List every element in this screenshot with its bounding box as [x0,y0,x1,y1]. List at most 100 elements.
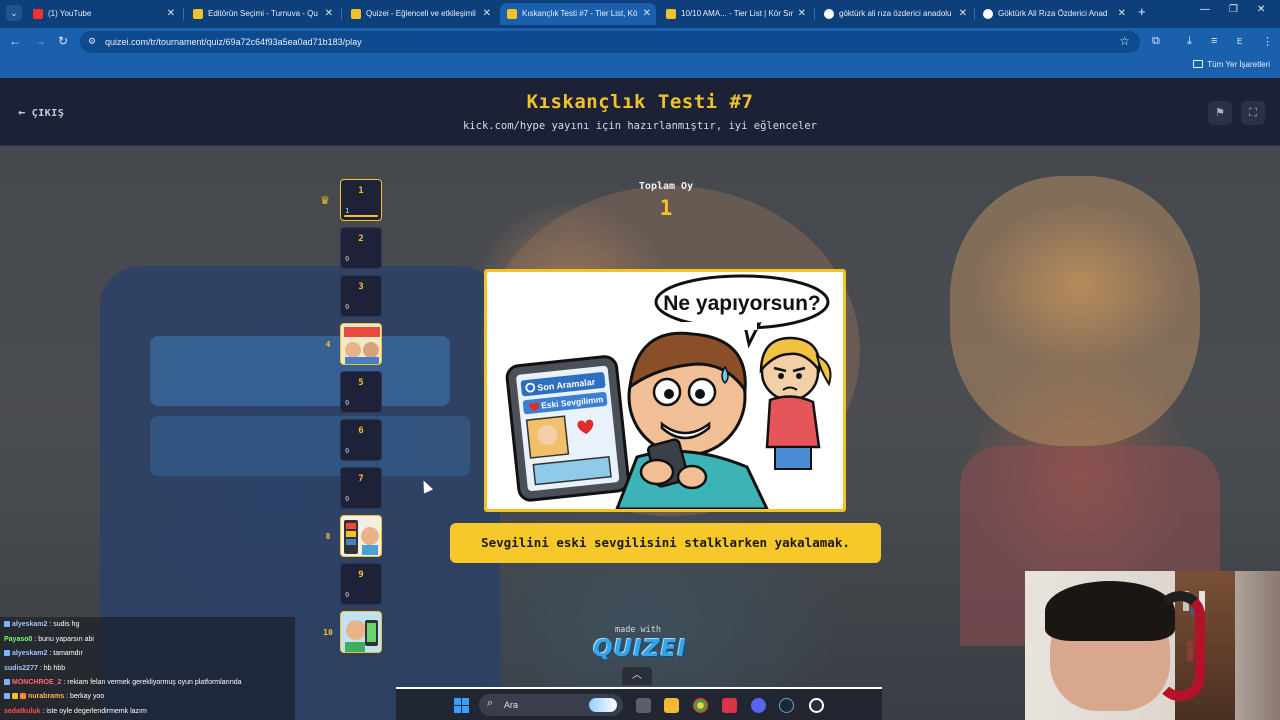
rank-number: 10 [323,628,333,637]
tab-close-icon[interactable]: ✕ [643,3,651,25]
address-bar[interactable]: ⚙ quizei.com/tr/tournament/quiz/69a72c64… [80,31,1140,53]
google-icon [824,9,834,19]
chat-message: alyeskam2 : tamamdır [4,650,83,657]
rank-slot-1[interactable]: 1 1 [340,179,382,221]
question-illustration: Ne yapıyorsun? Son Aramalar Eski Sevgili… [487,272,843,509]
rank-slot-8-thumbnail[interactable] [340,515,382,557]
folder-icon [1193,60,1204,68]
search-icon: ⌕ [487,697,494,709]
tab-close-icon[interactable]: ✕ [1118,3,1126,25]
file-explorer-icon[interactable] [664,698,679,713]
chat-message: sedatkuluk : iste oyle degerlendirmemk l… [4,708,147,715]
rank-slot-9[interactable]: 9 0 [340,563,382,605]
chat-message: MONCHROE_2 : rekiam felan vermek gerekli… [4,679,242,686]
chat-message: Payaso0 : bunu yaparsın abi [4,636,94,643]
reload-icon[interactable]: ↻ [58,34,68,48]
vote-bar [344,215,378,217]
youtube-icon [33,9,43,19]
windows-taskbar: ︿ ⌕ Ara [396,667,882,720]
taskbar-search[interactable]: ⌕ Ara [479,694,623,716]
crown-icon: ♛ [320,195,330,207]
browser-tab[interactable]: Göktürk Ali Rıza Özderici Anad ✕ [976,3,1131,25]
rank-slot-3[interactable]: 3 0 [340,275,382,317]
rank-number: 4 [325,340,331,349]
browser-tab-bar: ⌄ (1) YouTube ✕ Editörün Seçimi - Turnuv… [0,0,1280,28]
total-votes-value: 1 [659,196,673,220]
browser-tab[interactable]: Editörün Seçimi - Turnuva - Qu ✕ [186,3,338,25]
rank-slot-2[interactable]: 2 0 [340,227,382,269]
quiz-title: Kıskançlık Testi #7 [526,91,754,113]
chrome-icon[interactable] [693,698,708,713]
made-with-label: made with [614,625,662,635]
rank-slot-5[interactable]: 5 0 [340,371,382,413]
close-window-icon[interactable]: ✕ [1257,4,1265,15]
browser-tab-active[interactable]: Kıskançlık Testi #7 - Tier List, Kö ✕ [500,3,656,25]
discord-icon[interactable] [751,698,766,713]
quiz-header: ← ÇIKIŞ Kıskançlık Testi #7 kick.com/hype… [0,80,1280,146]
thumbnail-image [341,612,381,652]
thumbnail-image [341,516,381,556]
stream-chat-overlay: alyeskam2 : sudis hg Payaso0 : bunu yapa… [0,617,295,720]
quizei-favicon [351,9,361,19]
task-view-icon[interactable] [636,698,651,713]
rank-number: 8 [325,532,331,541]
site-info-icon[interactable]: ⚙ [88,36,100,48]
all-bookmarks-folder[interactable]: Tüm Yer İşaretleri [1193,60,1270,69]
tab-close-icon[interactable]: ✕ [167,3,175,25]
tab-close-icon[interactable]: ✕ [798,3,806,25]
tab-close-icon[interactable]: ✕ [959,3,967,25]
question-card[interactable]: Ne yapıyorsun? Son Aramalar Eski Sevgili… [484,269,846,512]
bookmarks-bar: Tüm Yer İşaretleri [0,56,1280,78]
speech-bubble-text: Ne yapıyorsun? [663,292,821,315]
tab-close-icon[interactable]: ✕ [483,3,491,25]
chat-badge-icon [4,621,10,627]
webcam-overlay [1025,571,1280,720]
browser-toolbar: ← → ↻ ⚙ quizei.com/tr/tournament/quiz/69… [0,28,1280,56]
quiz-subtitle: kick.com/hype yayını için hazırlanmıştır… [462,120,817,132]
quizei-logo[interactable]: QUIZEI [590,636,690,662]
rank-slot-6[interactable]: 6 0 [340,419,382,461]
app-icon[interactable] [809,698,824,713]
chat-badge-icon [4,693,10,699]
browser-tab[interactable]: (1) YouTube ✕ [26,3,180,25]
tab-search-icon[interactable]: ⌄ [6,5,22,21]
fullscreen-icon[interactable]: ⛶ [1241,101,1265,125]
url-text: quizei.com/tr/tournament/quiz/69a72c64f9… [105,37,362,47]
media-control-icon[interactable]: ≡ [1211,35,1217,47]
rank-slot-7[interactable]: 7 0 [340,467,382,509]
google-icon [983,9,993,19]
steam-icon[interactable] [779,698,794,713]
chat-message: nurabrams : berkay yoo [4,693,104,700]
app-icon[interactable] [722,698,737,713]
quizei-favicon [193,9,203,19]
thumbnail-image [341,324,381,364]
chat-badge-icon [4,679,10,685]
minimize-icon[interactable]: — [1200,4,1210,15]
quizei-favicon [666,9,676,19]
forward-icon[interactable]: → [34,34,46,48]
quizei-favicon [507,9,517,19]
rank-slot-10-thumbnail[interactable] [340,611,382,653]
back-icon[interactable]: ← [9,34,21,48]
restore-icon[interactable]: ❐ [1229,4,1238,15]
windows-start-icon[interactable] [454,698,469,713]
headset-icon [1155,591,1205,701]
flag-icon[interactable]: ⚑ [1208,101,1232,125]
answer-option-button[interactable]: Sevgilini eski sevgilisini stalklarken y… [450,523,881,563]
browser-tab[interactable]: göktürk ali rıza özderici anadolu ✕ [817,3,972,25]
chat-message: sudis2277 : hb hbb [4,665,66,672]
chevron-up-icon[interactable]: ︿ [622,667,652,685]
rank-slot-4-thumbnail[interactable] [340,323,382,365]
total-votes-label: Toplam Oy [638,181,694,192]
extensions-icon[interactable]: ⧉ [1152,35,1160,48]
menu-icon[interactable]: ⋮ [1262,35,1273,48]
chat-badge-icon [12,693,18,699]
browser-tab[interactable]: Quizei - Eğlenceli ve etkileşimli ✕ [344,3,496,25]
browser-tab[interactable]: 10/10 AMA... - Tier List | Kör Sır ✕ [659,3,811,25]
download-icon[interactable]: ⤓ [1187,35,1192,48]
bookmark-star-icon[interactable]: ☆ [1119,34,1130,48]
tab-close-icon[interactable]: ✕ [325,3,333,25]
profile-avatar[interactable]: E [1237,37,1242,46]
new-tab-icon[interactable]: + [1138,4,1146,19]
chat-message: alyeskam2 : sudis hg [4,621,79,628]
